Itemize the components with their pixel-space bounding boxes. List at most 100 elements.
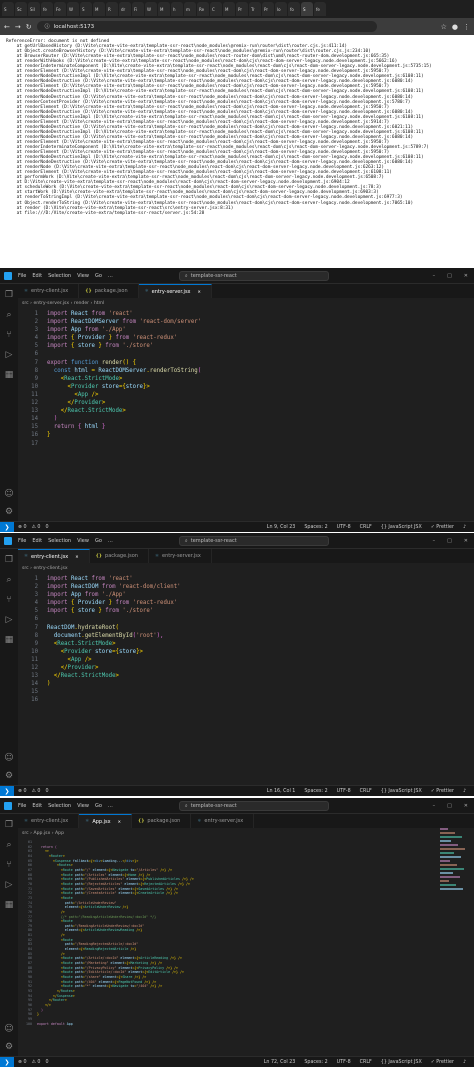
menu-item[interactable]: View	[77, 803, 89, 809]
account-icon[interactable]: ☺	[4, 489, 13, 499]
menu-item[interactable]: Selection	[48, 538, 71, 544]
gear-icon[interactable]: ⚙	[5, 507, 13, 517]
status-enc[interactable]: UTF-8	[337, 1060, 351, 1065]
menu-item[interactable]: …	[108, 803, 113, 809]
explorer-icon[interactable]: ❐	[5, 820, 13, 830]
status-spaces[interactable]: Spaces: 2	[304, 1060, 327, 1065]
warnings-count[interactable]: ⚠ 0	[32, 789, 41, 794]
search-icon[interactable]: ⌕	[6, 840, 11, 850]
editor-tab[interactable]: ⚛ entry-server.jsx	[149, 549, 212, 563]
minimap[interactable]	[440, 826, 468, 896]
remote-ports[interactable]: 0	[46, 525, 49, 530]
menu-item[interactable]: Selection	[48, 273, 71, 279]
forward-icon[interactable]: →	[15, 23, 21, 31]
editor-tab[interactable]: ⚛ entry-server.jsx ✕	[138, 284, 212, 298]
browser-tab[interactable]: Fi	[132, 2, 144, 16]
extensions-icon[interactable]: ▦	[5, 900, 14, 910]
run-debug-icon[interactable]: ▷	[6, 880, 13, 890]
status-lang[interactable]: {} JavaScript JSX	[381, 1060, 422, 1065]
browser-tab[interactable]: S	[2, 2, 14, 16]
menu-item[interactable]: View	[77, 538, 89, 544]
maximize-icon[interactable]: □	[447, 538, 452, 544]
bell-icon[interactable]: ♪	[463, 525, 466, 530]
remote-icon[interactable]: ❯	[0, 1057, 14, 1067]
browser-tab[interactable]: Pr	[262, 2, 274, 16]
menu-item[interactable]: File	[18, 538, 26, 544]
browser-tab[interactable]: m	[184, 2, 196, 16]
bell-icon[interactable]: ♪	[463, 1060, 466, 1065]
code-editor[interactable]: 1 import React from 'react' 2 import ReactD…	[18, 573, 474, 705]
status-prettier[interactable]: ✓ Prettier	[431, 525, 454, 530]
explorer-icon[interactable]: ❐	[5, 555, 13, 565]
breadcrumb[interactable]: src › entry-client.jsx	[18, 563, 474, 573]
status-pos[interactable]: Ln 16, Col 1	[267, 789, 296, 794]
code-editor[interactable]: 1 import React from 'react' 2 import ReactD…	[18, 308, 474, 448]
editor-tab[interactable]: {} package.json	[132, 814, 192, 828]
menu-item[interactable]: Go	[95, 803, 102, 809]
browser-tab[interactable]: M	[93, 2, 105, 16]
status-pos[interactable]: Ln 72, Col 23	[264, 1060, 296, 1065]
remote-icon[interactable]: ❯	[0, 522, 14, 532]
browser-tab[interactable]: lo	[275, 2, 287, 16]
warnings-count[interactable]: ⚠ 0	[32, 525, 41, 530]
status-lang[interactable]: {} JavaScript JSX	[381, 789, 422, 794]
search-icon[interactable]: ⌕	[6, 310, 11, 320]
errors-count[interactable]: ⊗ 0	[18, 1060, 27, 1065]
browser-tab[interactable]: dr	[119, 2, 131, 16]
warnings-count[interactable]: ⚠ 0	[32, 1060, 41, 1065]
browser-tab[interactable]: W	[67, 2, 79, 16]
source-control-icon[interactable]: ⑂	[6, 330, 11, 340]
editor-tab[interactable]: ⚛ App.jsx ✕	[79, 814, 132, 828]
browser-tab[interactable]: fe	[41, 2, 53, 16]
menu-item[interactable]: Selection	[48, 803, 71, 809]
browser-tab[interactable]: Re	[197, 2, 209, 16]
close-icon[interactable]: ✕	[464, 273, 468, 279]
editor-tab[interactable]: ⚛ entry-client.jsx	[18, 814, 80, 828]
menu-item[interactable]: File	[18, 273, 26, 279]
close-tab-icon[interactable]: ✕	[75, 554, 78, 559]
run-debug-icon[interactable]: ▷	[6, 350, 13, 360]
close-tab-icon[interactable]: ✕	[118, 819, 121, 824]
back-icon[interactable]: ←	[4, 23, 10, 31]
maximize-icon[interactable]: □	[447, 803, 452, 809]
explorer-icon[interactable]: ❐	[5, 290, 13, 300]
close-tab-icon[interactable]: ✕	[198, 289, 201, 294]
browser-tab[interactable]: fo	[288, 2, 300, 16]
search-icon[interactable]: ⌕	[6, 575, 11, 585]
menu-item[interactable]: Edit	[32, 803, 42, 809]
menu-item[interactable]: …	[108, 273, 113, 279]
status-eol[interactable]: CRLF	[360, 1060, 372, 1065]
profile-icon[interactable]: ●	[452, 23, 458, 31]
gear-icon[interactable]: ⚙	[5, 771, 13, 781]
minimize-icon[interactable]: –	[433, 803, 436, 809]
address-bar[interactable]: ⓘ localhost:5173	[36, 21, 377, 32]
browser-tab[interactable]: Pr	[236, 2, 248, 16]
editor-tab[interactable]: {} package.json	[90, 549, 149, 563]
status-prettier[interactable]: ✓ Prettier	[431, 789, 454, 794]
command-center-search[interactable]: ⌕ template-ssr-react	[178, 270, 329, 281]
errors-count[interactable]: ⊗ 0	[18, 789, 27, 794]
breadcrumb[interactable]: src › App.jsx › App	[18, 828, 474, 838]
gear-icon[interactable]: ⚙	[5, 1042, 13, 1052]
status-prettier[interactable]: ✓ Prettier	[431, 1060, 454, 1065]
remote-ports[interactable]: 0	[46, 1060, 49, 1065]
remote-icon[interactable]: ❯	[0, 786, 14, 796]
breadcrumb[interactable]: src › entry-server.jsx › render › html	[18, 298, 474, 308]
browser-tab[interactable]: S	[80, 2, 92, 16]
editor-tab[interactable]: ⚛ entry-server.jsx	[191, 814, 255, 828]
close-icon[interactable]: ✕	[464, 538, 468, 544]
browser-tab[interactable]: Tr	[249, 2, 261, 16]
editor-tab[interactable]: {} package.json	[79, 284, 139, 298]
errors-count[interactable]: ⊗ 0	[18, 525, 27, 530]
browser-tab[interactable]: R	[106, 2, 118, 16]
run-debug-icon[interactable]: ▷	[6, 615, 13, 625]
status-spaces[interactable]: Spaces: 2	[304, 789, 327, 794]
browser-tab[interactable]: Sil	[28, 2, 40, 16]
editor-tab[interactable]: ⚛ entry-client.jsx	[18, 284, 80, 298]
star-icon[interactable]: ☆	[441, 23, 447, 31]
menu-icon[interactable]: ⋮	[463, 23, 470, 31]
maximize-icon[interactable]: □	[447, 273, 452, 279]
menu-item[interactable]: Go	[95, 538, 102, 544]
source-control-icon[interactable]: ⑂	[6, 595, 11, 605]
extensions-icon[interactable]: ▦	[5, 370, 14, 380]
